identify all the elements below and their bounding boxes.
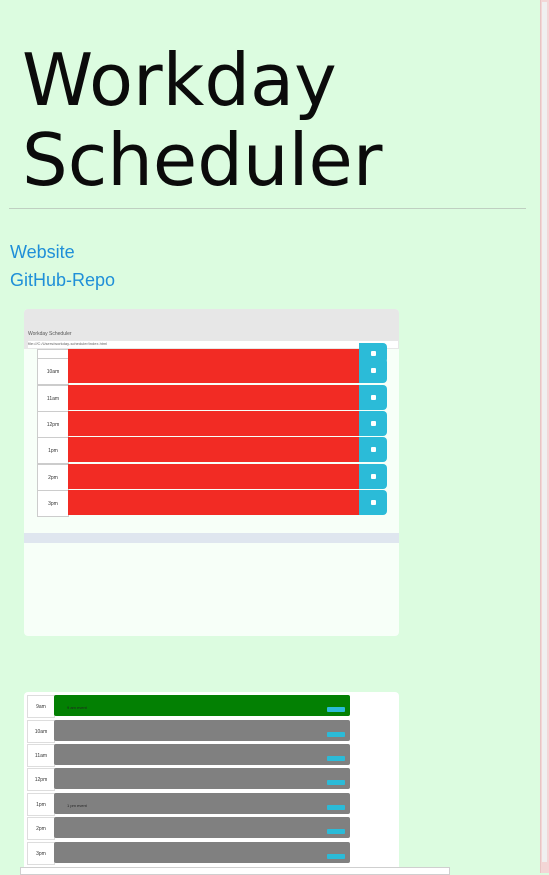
time-block-body — [68, 464, 359, 489]
lock-icon — [370, 500, 376, 505]
hour-label: 3pm — [37, 490, 69, 517]
save-button — [359, 490, 387, 515]
hour-label: 12pm — [37, 411, 69, 438]
time-block-body — [68, 490, 359, 515]
lock-icon — [370, 368, 376, 373]
save-button — [327, 707, 345, 712]
browser-address-bar: file:///C:/Users/workday-scheduler/index… — [28, 341, 398, 348]
save-button — [359, 358, 387, 383]
time-block-body — [68, 385, 359, 410]
lock-icon — [370, 447, 376, 452]
website-link[interactable]: Website — [10, 242, 75, 263]
time-block-body — [68, 437, 359, 462]
hour-label: 12pm — [27, 768, 55, 791]
title-line-2: Scheduler — [22, 118, 383, 202]
lock-icon — [370, 350, 376, 356]
github-repo-link[interactable]: GitHub-Repo — [10, 270, 115, 291]
save-button — [327, 854, 345, 859]
time-block-body — [68, 411, 359, 436]
save-button — [327, 829, 345, 834]
hour-label: 11am — [37, 385, 69, 412]
browser-tab: Workday Scheduler — [28, 331, 72, 337]
save-button — [327, 780, 345, 785]
hour-label: 2pm — [37, 464, 69, 491]
title-line-1: Workday — [22, 38, 337, 122]
save-button — [359, 411, 387, 436]
lock-icon — [370, 421, 376, 426]
hour-label: 10am — [37, 358, 69, 385]
horizontal-scrollbar[interactable] — [20, 867, 450, 875]
app-screenshot-1: Workday Scheduler file:///C:/Users/workd… — [24, 309, 399, 636]
time-block-body — [54, 768, 350, 789]
save-button — [359, 437, 387, 462]
time-block-body: 1 pm event — [54, 793, 350, 814]
lock-icon — [370, 474, 376, 479]
hour-label: 1pm — [37, 437, 69, 464]
time-block-body — [54, 744, 350, 765]
vertical-scrollbar[interactable] — [540, 0, 549, 873]
lock-icon — [370, 395, 376, 400]
hour-label: 9am — [27, 695, 55, 718]
app-screenshot-2: 9am 9 am event 10am 11am 12pm 1pm 1 pm eve… — [24, 692, 399, 873]
hour-label: 3pm — [27, 842, 55, 865]
save-button — [359, 385, 387, 410]
scrollbar-thumb[interactable] — [542, 2, 547, 862]
time-block-body — [54, 842, 350, 863]
save-button — [327, 756, 345, 761]
hour-label: 2pm — [27, 817, 55, 840]
hour-label: 10am — [27, 720, 55, 743]
save-button — [327, 732, 345, 737]
header-divider — [9, 208, 526, 209]
save-button — [327, 805, 345, 810]
time-block-body — [54, 817, 350, 838]
time-block-body: 9 am event — [54, 695, 350, 716]
save-button — [359, 464, 387, 489]
time-block-body — [68, 358, 359, 383]
page-title: Workday Scheduler — [22, 40, 382, 200]
hour-label: 11am — [27, 744, 55, 767]
hour-label: 1pm — [27, 793, 55, 816]
time-block-body — [54, 720, 350, 741]
taskbar — [24, 533, 399, 543]
